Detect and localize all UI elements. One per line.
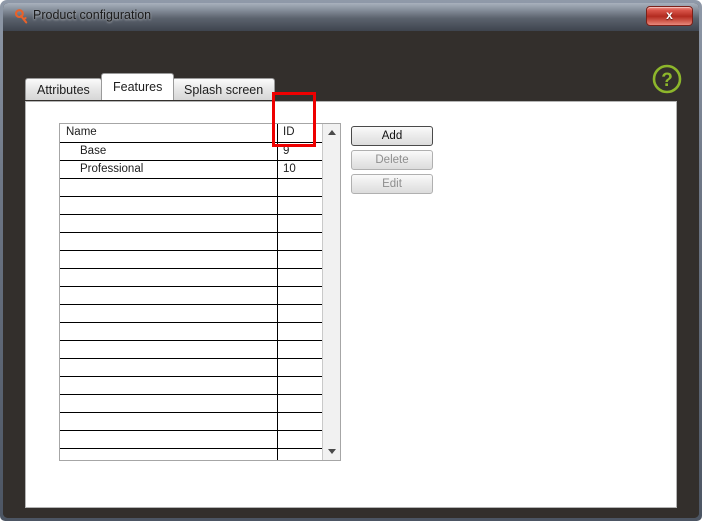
table-row-empty[interactable] <box>60 431 322 449</box>
table-row-empty[interactable] <box>60 449 322 460</box>
table-header-row: Name ID <box>60 124 322 143</box>
cell-name <box>60 197 277 214</box>
table-row-empty[interactable] <box>60 251 322 269</box>
cell-id <box>277 431 322 448</box>
table-row-empty[interactable] <box>60 197 322 215</box>
cell-name <box>60 179 277 196</box>
features-grid[interactable]: Name ID Base 9 Professional 10 <box>60 124 322 460</box>
cell-id <box>277 251 322 268</box>
cell-id <box>277 233 322 250</box>
cell-id <box>277 395 322 412</box>
cell-name: Base <box>80 145 107 157</box>
cell-id <box>277 413 322 430</box>
cell-name <box>60 305 277 322</box>
tab-splash-screen[interactable]: Splash screen <box>172 78 276 100</box>
cell-id <box>277 215 322 232</box>
table-row-empty[interactable] <box>60 305 322 323</box>
key-icon <box>14 9 28 24</box>
cell-id <box>277 197 322 214</box>
cell-id: 10 <box>277 161 322 178</box>
cell-name <box>60 395 277 412</box>
cell-id <box>277 323 322 340</box>
cell-name <box>60 233 277 250</box>
cell-id <box>277 359 322 376</box>
cell-name <box>60 431 277 448</box>
close-button[interactable]: x <box>646 6 693 26</box>
cell-id <box>277 305 322 322</box>
triangle-up-icon <box>327 130 336 135</box>
table-row-empty[interactable] <box>60 215 322 233</box>
tab-features[interactable]: Features <box>101 73 175 100</box>
cell-id <box>277 449 322 460</box>
vertical-scrollbar[interactable] <box>322 124 340 460</box>
cell-name <box>60 449 277 460</box>
table-row-empty[interactable] <box>60 377 322 395</box>
cell-name <box>60 251 277 268</box>
tab-features-label: Features <box>113 80 163 94</box>
delete-button: Delete <box>351 150 433 170</box>
column-header-name[interactable]: Name <box>60 124 277 142</box>
cell-name <box>60 215 277 232</box>
cell-name <box>60 323 277 340</box>
title-bar[interactable]: Product configuration x <box>3 3 699 31</box>
table-row[interactable]: Base 9 <box>60 143 322 161</box>
tab-attributes-label: Attributes <box>37 83 90 97</box>
cell-name <box>60 413 277 430</box>
cell-name <box>60 269 277 286</box>
scroll-down-button[interactable] <box>323 443 340 460</box>
cell-name <box>60 341 277 358</box>
cell-name <box>60 377 277 394</box>
features-list-panel[interactable]: Name ID Base 9 Professional 10 <box>59 123 341 461</box>
column-header-id[interactable]: ID <box>277 124 322 142</box>
action-buttons-group: Add Delete Edit <box>351 126 433 198</box>
application-window: Product configuration x ? Attributes Fea… <box>0 0 702 521</box>
close-icon: x <box>666 8 673 22</box>
cell-id <box>277 179 322 196</box>
add-button[interactable]: Add <box>351 126 433 146</box>
cell-id <box>277 287 322 304</box>
tab-splash-screen-label: Splash screen <box>184 83 264 97</box>
window-title: Product configuration <box>33 8 152 22</box>
tab-strip: Attributes Features Splash screen <box>25 73 677 100</box>
table-row-empty[interactable] <box>60 341 322 359</box>
tab-attributes[interactable]: Attributes <box>25 78 102 100</box>
cell-name <box>60 359 277 376</box>
window-body-panel: ? Attributes Features Splash screen Name… <box>3 31 699 518</box>
cell-id <box>277 341 322 358</box>
cell-name <box>60 287 277 304</box>
table-row-empty[interactable] <box>60 323 322 341</box>
table-row-empty[interactable] <box>60 179 322 197</box>
table-row-empty[interactable] <box>60 233 322 251</box>
table-row-empty[interactable] <box>60 269 322 287</box>
tab-content-panel: Name ID Base 9 Professional 10 Add Delet… <box>25 101 677 508</box>
scroll-up-button[interactable] <box>323 124 340 141</box>
cell-id: 9 <box>277 143 322 160</box>
edit-button: Edit <box>351 174 433 194</box>
window-inner-frame: Product configuration x ? Attributes Fea… <box>3 3 699 518</box>
table-row-empty[interactable] <box>60 413 322 431</box>
cell-name: Professional <box>80 163 144 175</box>
cell-id <box>277 269 322 286</box>
table-row-empty[interactable] <box>60 287 322 305</box>
table-row-empty[interactable] <box>60 359 322 377</box>
table-row-empty[interactable] <box>60 395 322 413</box>
table-row[interactable]: Professional 10 <box>60 161 322 179</box>
cell-id <box>277 377 322 394</box>
empty-rows-container <box>60 179 322 460</box>
triangle-down-icon <box>327 449 336 454</box>
